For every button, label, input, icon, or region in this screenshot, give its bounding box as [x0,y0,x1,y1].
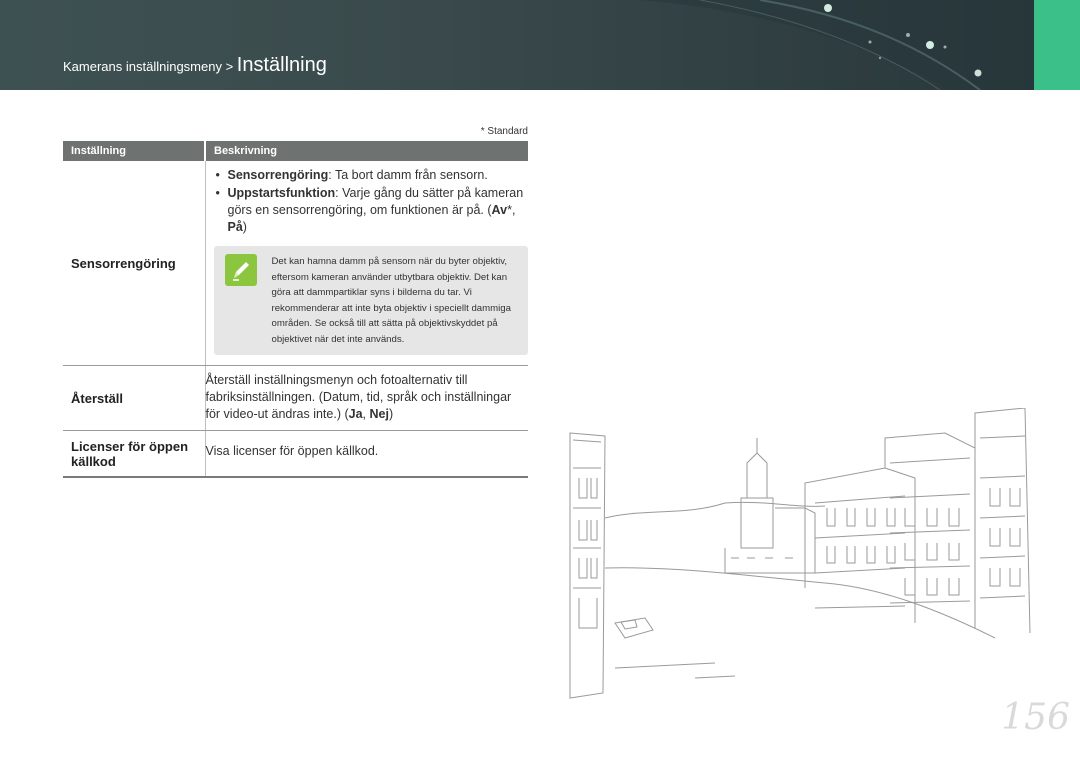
option-close: ) [242,220,247,234]
setting-name-line2: källkod [71,453,116,469]
option-no: Nej [369,407,389,421]
bullet-icon: • [215,168,220,182]
bullet-list: • Sensorrengöring: Ta bort damm från sen… [214,167,529,236]
note-box: Det kan hamna damm på sensorn när du byt… [213,246,528,355]
page-number: 156 [1001,697,1070,738]
chapter-tab [1034,0,1080,90]
setting-name: Licenser för öppen källkod [63,430,206,478]
column-header-description: Beskrivning [204,141,528,161]
city-sketch-illustration [569,408,1031,699]
page-header: Kamerans inställningsmeny > Inställning [0,0,1080,90]
table-row: Återställ Återställ inställningsmenyn oc… [63,365,528,431]
bullet-term: Sensorrengöring [227,168,329,182]
table-row: Sensorrengöring • Sensorrengöring: Ta bo… [63,161,528,366]
option-yes: Ja [348,407,363,421]
option-separator: , [511,203,516,217]
option-on: På [227,220,243,234]
option-off: Av [491,203,508,217]
settings-table: Inställning Beskrivning Sensorrengöring … [63,141,528,478]
setting-name: Sensorrengöring [63,161,206,366]
bullet-text: : Ta bort damm från sensorn. [328,168,488,182]
breadcrumb-parent: Kamerans inställningsmeny > [63,59,237,74]
setting-name-line1: Licenser för öppen [71,438,189,454]
pen-icon [224,254,257,286]
table-header-row: Inställning Beskrivning [63,141,528,161]
list-item: • Sensorrengöring: Ta bort damm från sen… [214,167,529,184]
breadcrumb: Kamerans inställningsmeny > Inställning [63,54,327,77]
list-item: • Uppstartsfunktion: Varje gång du sätte… [214,185,529,236]
note-text: Det kan hamna damm på sensorn när du byt… [271,256,511,345]
option-close: ) [388,407,394,421]
column-header-setting: Inställning [63,141,205,161]
bullet-term: Uppstartsfunktion [227,186,336,200]
standard-legend: * Standard [480,126,528,137]
setting-description: Återställ inställningsmenyn och fotoalte… [205,365,528,431]
bullet-icon: • [215,186,220,200]
setting-description: • Sensorrengöring: Ta bort damm från sen… [205,161,528,366]
table-row: Licenser för öppen källkod Visa licenser… [63,430,528,478]
setting-name: Återställ [63,365,206,431]
setting-description: Visa licenser för öppen källkod. [205,430,528,478]
page-title: Inställning [236,54,327,76]
